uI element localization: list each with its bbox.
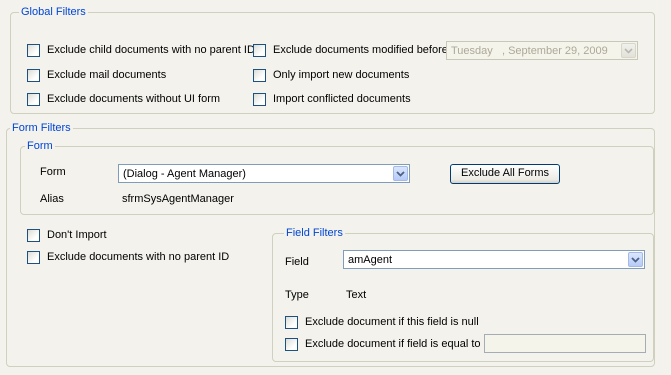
- field-label: Field: [285, 256, 309, 268]
- exclude-mail-label[interactable]: Exclude mail documents: [47, 69, 166, 82]
- import-conflicted-label[interactable]: Import conflicted documents: [273, 93, 411, 106]
- chevron-down-icon[interactable]: [393, 166, 408, 181]
- exclude-if-equal-label[interactable]: Exclude document if field is equal to: [305, 338, 481, 351]
- chevron-down-icon[interactable]: [628, 252, 643, 267]
- exclude-modified-before-label[interactable]: Exclude documents modified before: [273, 44, 448, 57]
- dont-import-checkbox[interactable]: [27, 229, 40, 242]
- exclude-if-equal-checkbox[interactable]: [285, 338, 298, 351]
- global-filters-legend: Global Filters: [19, 6, 88, 19]
- exclude-modified-before-checkbox[interactable]: [253, 44, 266, 57]
- dont-import-label[interactable]: Don't Import: [47, 229, 107, 242]
- form-filters-legend: Form Filters: [10, 122, 73, 135]
- alias-label: Alias: [40, 193, 64, 205]
- type-label: Type: [285, 289, 309, 301]
- only-import-new-checkbox[interactable]: [253, 69, 266, 82]
- exclude-without-ui-form-label[interactable]: Exclude documents without UI form: [47, 93, 220, 106]
- form-label: Form: [40, 166, 66, 178]
- filter-settings-panel: Global Filters Exclude child documents w…: [0, 0, 671, 375]
- exclude-no-parent-checkbox[interactable]: [27, 251, 40, 264]
- exclude-no-parent-label[interactable]: Exclude documents with no parent ID: [47, 251, 229, 264]
- alias-value: sfrmSysAgentManager: [122, 193, 234, 205]
- exclude-all-forms-button[interactable]: Exclude All Forms: [450, 164, 560, 184]
- form-dropdown[interactable]: (Dialog - Agent Manager): [118, 164, 410, 183]
- field-filters-legend: Field Filters: [284, 227, 345, 240]
- field-dropdown-value: amAgent: [348, 254, 393, 266]
- exclude-without-ui-form-checkbox[interactable]: [27, 93, 40, 106]
- equal-value-input[interactable]: [484, 334, 646, 353]
- only-import-new-label[interactable]: Only import new documents: [273, 69, 409, 82]
- form-group-legend: Form: [25, 140, 55, 153]
- type-value: Text: [346, 289, 367, 301]
- modified-before-date-picker[interactable]: Tuesday , September 29, 2009: [446, 41, 638, 60]
- exclude-child-no-parent-label[interactable]: Exclude child documents with no parent I…: [47, 44, 255, 57]
- exclude-mail-checkbox[interactable]: [27, 69, 40, 82]
- exclude-if-null-label[interactable]: Exclude document if this field is null: [305, 316, 479, 329]
- import-conflicted-checkbox[interactable]: [253, 93, 266, 106]
- modified-before-date-value: Tuesday , September 29, 2009: [451, 45, 608, 57]
- exclude-if-null-checkbox[interactable]: [285, 316, 298, 329]
- chevron-down-icon[interactable]: [621, 43, 636, 58]
- form-dropdown-value: (Dialog - Agent Manager): [123, 168, 246, 180]
- exclude-child-no-parent-checkbox[interactable]: [27, 44, 40, 57]
- field-dropdown[interactable]: amAgent: [343, 250, 645, 269]
